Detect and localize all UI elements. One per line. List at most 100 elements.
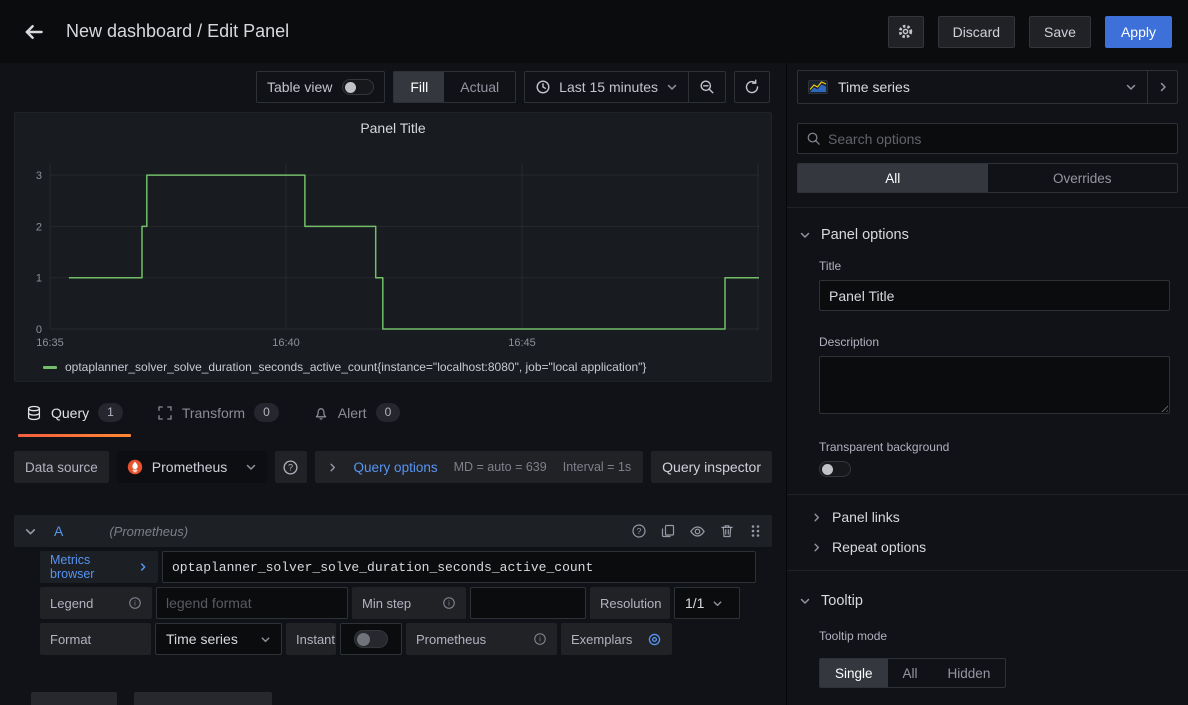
visualization-picker[interactable]: Time series [798,71,1147,103]
panel-description-textarea[interactable] [819,356,1170,414]
transparent-background-toggle[interactable] [819,461,851,477]
tooltip-mode-all[interactable]: All [888,659,933,687]
title-field-label: Title [819,259,1170,273]
options-filter-tabs: All Overrides [797,163,1178,193]
table-view-switch[interactable] [342,79,374,95]
svg-text:i: i [539,635,541,644]
query-help-icon[interactable]: ? [631,523,647,539]
svg-text:?: ? [288,462,293,472]
tab-alert[interactable]: Alert 0 [311,397,402,437]
datasource-help-button[interactable]: ? [275,451,307,483]
query-a-header[interactable]: A (Prometheus) ? [14,515,772,547]
query-datasource-hint: (Prometheus) [109,524,188,539]
visualization-name: Time series [838,79,910,95]
database-icon [26,405,42,421]
svg-text:16:45: 16:45 [508,337,536,349]
exemplars-target-icon[interactable] [647,632,662,647]
chart-legend-series-name[interactable]: optaplanner_solver_solve_duration_second… [65,360,646,374]
save-button[interactable]: Save [1029,16,1091,48]
zoom-out-time-button[interactable] [689,72,725,102]
resolution-label: Resolution [590,587,670,619]
time-series-chart: 012316:3516:4016:45 [15,143,771,355]
tab-transform[interactable]: Transform 0 [155,397,281,437]
svg-text:16:40: 16:40 [272,337,300,349]
toggle-viz-picker-button[interactable] [1147,71,1177,103]
format-select[interactable]: Time series [155,623,282,655]
tab-query[interactable]: Query 1 [24,397,125,437]
chevron-down-icon [666,81,678,93]
chevron-down-icon [260,634,271,645]
legend-minstep-row: Legend i Min step i [40,587,756,619]
info-circle-icon[interactable]: i [533,632,547,646]
actual-option[interactable]: Actual [444,72,515,102]
grafana-edit-panel: New dashboard / Edit Panel Discard Save … [0,0,1188,705]
metrics-row: Metrics browser [40,551,756,583]
drag-handle-icon[interactable] [748,523,762,539]
section-panel-links[interactable]: Panel links [787,502,1188,532]
query-options-toggle[interactable]: Query options [354,460,438,475]
time-range-button[interactable]: Last 15 minutes [525,72,688,102]
fill-option[interactable]: Fill [394,72,444,102]
query-ref-id[interactable]: A [54,523,63,539]
instant-toggle[interactable] [340,623,402,655]
panel-settings-button[interactable] [888,16,924,48]
query-row-actions: ? [631,523,762,540]
add-query-button[interactable] [31,692,117,705]
table-view-label: Table view [267,79,332,95]
top-header: New dashboard / Edit Panel Discard Save … [0,0,1188,63]
gear-icon [897,23,914,40]
datasource-picker[interactable]: Prometheus [117,451,267,483]
visualization-picker-row: Time series [797,70,1178,104]
editor-tabs: Query 1 Transform 0 Alert 0 [0,397,786,437]
time-range-label: Last 15 minutes [559,79,658,95]
info-circle-icon[interactable]: i [442,596,456,610]
metrics-browser-button[interactable]: Metrics browser [40,551,158,583]
panel-edit-left: Table view Fill Actual Last 15 minutes [0,63,786,705]
legend-format-input[interactable] [156,587,348,619]
tooltip-mode-hidden[interactable]: Hidden [933,659,1006,687]
refresh-button[interactable] [734,71,770,103]
panel-toolbar: Table view Fill Actual Last 15 minutes [0,63,786,104]
collapsed-sections: Panel links Repeat options [787,494,1188,562]
min-step-input[interactable] [470,587,586,619]
svg-text:2: 2 [36,221,42,233]
time-range-picker: Last 15 minutes [524,71,726,103]
section-repeat-options[interactable]: Repeat options [787,532,1188,562]
apply-button[interactable]: Apply [1105,16,1172,48]
tooltip-mode-single[interactable]: Single [820,659,888,687]
resolution-select[interactable]: 1/1 [674,587,740,619]
tab-overrides[interactable]: Overrides [988,164,1178,192]
collapse-caret-icon[interactable] [24,525,46,538]
interval-value: Interval = 1s [563,460,631,474]
chevron-right-icon [1157,81,1169,93]
query-editor-a: A (Prometheus) ? [14,515,772,705]
chevron-down-icon [1125,81,1137,93]
query-inspector-button[interactable]: Query inspector [651,451,772,483]
section-tooltip[interactable]: Tooltip [787,571,1188,609]
info-circle-icon[interactable]: i [128,596,142,610]
options-search-input[interactable] [797,123,1178,154]
format-row: Format Time series Instant [40,623,756,655]
delete-query-trash-icon[interactable] [719,523,735,539]
panel-title-input[interactable] [819,280,1170,311]
promql-expression-input[interactable] [162,551,756,583]
table-view-toggle[interactable]: Table view [256,71,385,103]
max-data-points: MD = auto = 639 [454,460,547,474]
section-panel-options[interactable]: Panel options [787,208,1188,243]
page-title: New dashboard / Edit Panel [66,21,888,42]
format-label: Format [40,623,151,655]
svg-text:i: i [134,599,136,608]
exemplars-field: Exemplars [561,623,672,655]
options-scroll-area[interactable]: Panel options Title Description Transpar… [787,208,1188,705]
svg-text:3: 3 [36,170,42,182]
add-expression-button[interactable] [134,692,272,705]
instant-switch[interactable] [354,630,388,648]
tab-all-options[interactable]: All [798,164,988,192]
duplicate-query-icon[interactable] [660,523,676,539]
header-actions: Discard Save Apply [888,16,1172,48]
toggle-visibility-eye-icon[interactable] [689,523,706,540]
chart-legend-swatch[interactable] [43,366,57,369]
back-button[interactable] [16,14,52,50]
discard-button[interactable]: Discard [938,16,1015,48]
alert-count-badge: 0 [376,403,401,422]
